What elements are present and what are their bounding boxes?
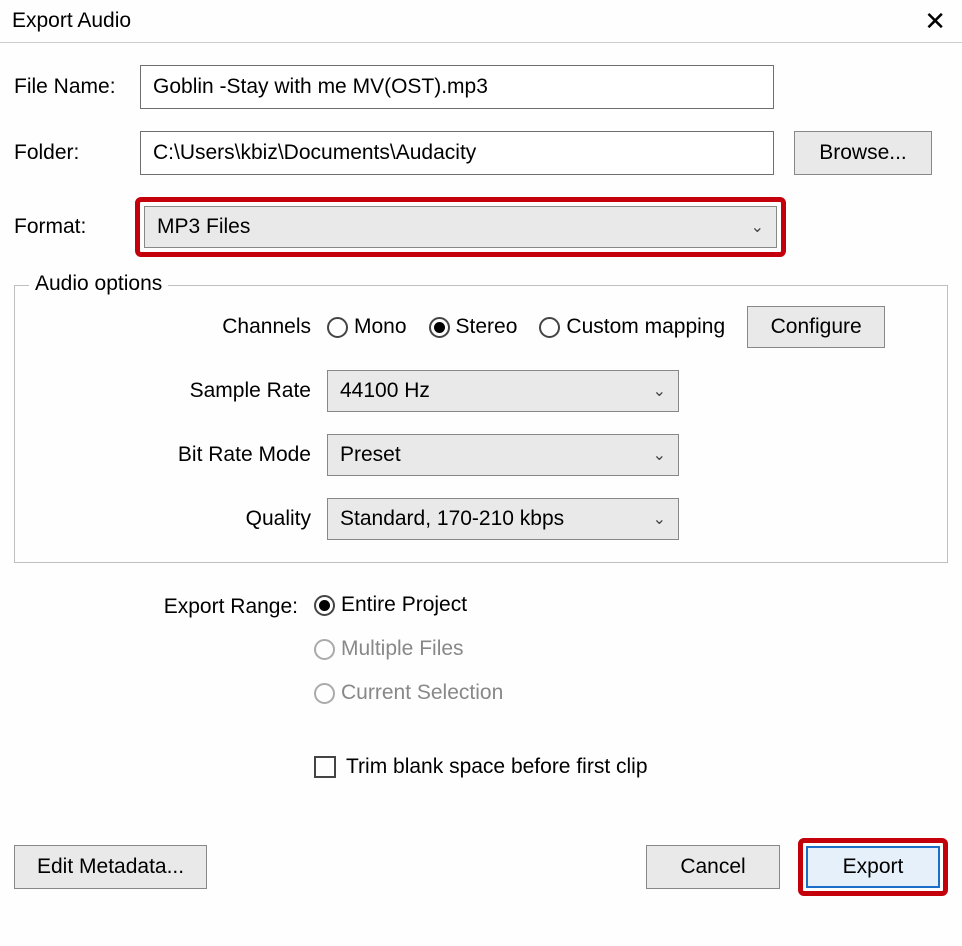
radio-entire-label: Entire Project <box>341 593 467 617</box>
radio-current-label: Current Selection <box>341 681 503 705</box>
radio-custom-label: Custom mapping <box>566 315 725 339</box>
radio-stereo[interactable]: Stereo <box>429 315 518 339</box>
format-combo[interactable]: MP3 Files ⌄ <box>144 206 777 248</box>
browse-button[interactable]: Browse... <box>794 131 932 175</box>
format-row: Format: MP3 Files ⌄ <box>14 197 948 257</box>
radio-mono-label: Mono <box>354 315 407 339</box>
window-title: Export Audio <box>12 9 131 33</box>
edit-metadata-button[interactable]: Edit Metadata... <box>14 845 207 889</box>
quality-value: Standard, 170-210 kbps <box>340 507 564 531</box>
radio-icon <box>539 317 560 338</box>
radio-icon <box>314 595 335 616</box>
export-range-label: Export Range: <box>14 593 314 619</box>
dialog-content: File Name: Folder: Browse... Format: MP3… <box>0 43 962 789</box>
channels-label: Channels <box>27 315 327 339</box>
channels-row: Channels Mono Stereo Custom mapping Conf… <box>27 306 935 348</box>
bitrate-value: Preset <box>340 443 401 467</box>
quality-combo[interactable]: Standard, 170-210 kbps ⌄ <box>327 498 679 540</box>
titlebar: Export Audio ✕ <box>0 0 962 43</box>
quality-row: Quality Standard, 170-210 kbps ⌄ <box>27 498 935 540</box>
samplerate-combo[interactable]: 44100 Hz ⌄ <box>327 370 679 412</box>
audio-options-title: Audio options <box>29 272 168 296</box>
audio-options-group: Audio options Channels Mono Stereo Custo… <box>14 285 948 563</box>
filename-label: File Name: <box>14 75 140 99</box>
dialog-footer: Edit Metadata... Cancel Export <box>0 838 962 896</box>
chevron-down-icon: ⌄ <box>653 509 666 529</box>
radio-current-selection[interactable]: Current Selection <box>314 681 648 705</box>
radio-icon <box>327 317 348 338</box>
quality-label: Quality <box>27 507 327 531</box>
export-range-options: Entire Project Multiple Files Current Se… <box>314 593 648 779</box>
samplerate-value: 44100 Hz <box>340 379 430 403</box>
format-highlight: MP3 Files ⌄ <box>135 197 786 257</box>
radio-custom[interactable]: Custom mapping <box>539 315 725 339</box>
chevron-down-icon: ⌄ <box>653 445 666 465</box>
export-range-row: Export Range: Entire Project Multiple Fi… <box>14 593 948 779</box>
channels-radio-group: Mono Stereo Custom mapping <box>327 315 725 339</box>
export-button[interactable]: Export <box>806 846 940 888</box>
folder-row: Folder: Browse... <box>14 131 948 175</box>
samplerate-row: Sample Rate 44100 Hz ⌄ <box>27 370 935 412</box>
filename-row: File Name: <box>14 65 948 109</box>
folder-label: Folder: <box>14 141 140 165</box>
bitrate-label: Bit Rate Mode <box>27 443 327 467</box>
export-range-section: Export Range: Entire Project Multiple Fi… <box>14 593 948 779</box>
radio-mono[interactable]: Mono <box>327 315 407 339</box>
checkbox-icon <box>314 756 336 778</box>
radio-entire-project[interactable]: Entire Project <box>314 593 648 617</box>
filename-input[interactable] <box>140 65 774 109</box>
format-label: Format: <box>14 215 135 239</box>
radio-icon <box>314 639 335 660</box>
radio-stereo-label: Stereo <box>456 315 518 339</box>
close-icon[interactable]: ✕ <box>924 8 946 34</box>
trim-label: Trim blank space before first clip <box>346 755 648 779</box>
export-highlight: Export <box>798 838 948 896</box>
radio-icon <box>429 317 450 338</box>
format-value: MP3 Files <box>157 215 250 239</box>
chevron-down-icon: ⌄ <box>751 217 764 237</box>
trim-checkbox[interactable]: Trim blank space before first clip <box>314 755 648 779</box>
radio-icon <box>314 683 335 704</box>
samplerate-label: Sample Rate <box>27 379 327 403</box>
cancel-button[interactable]: Cancel <box>646 845 780 889</box>
folder-input[interactable] <box>140 131 774 175</box>
radio-multiple-label: Multiple Files <box>341 637 464 661</box>
bitrate-combo[interactable]: Preset ⌄ <box>327 434 679 476</box>
footer-right: Cancel Export <box>646 838 948 896</box>
chevron-down-icon: ⌄ <box>653 381 666 401</box>
bitrate-row: Bit Rate Mode Preset ⌄ <box>27 434 935 476</box>
configure-button[interactable]: Configure <box>747 306 885 348</box>
radio-multiple-files[interactable]: Multiple Files <box>314 637 648 661</box>
